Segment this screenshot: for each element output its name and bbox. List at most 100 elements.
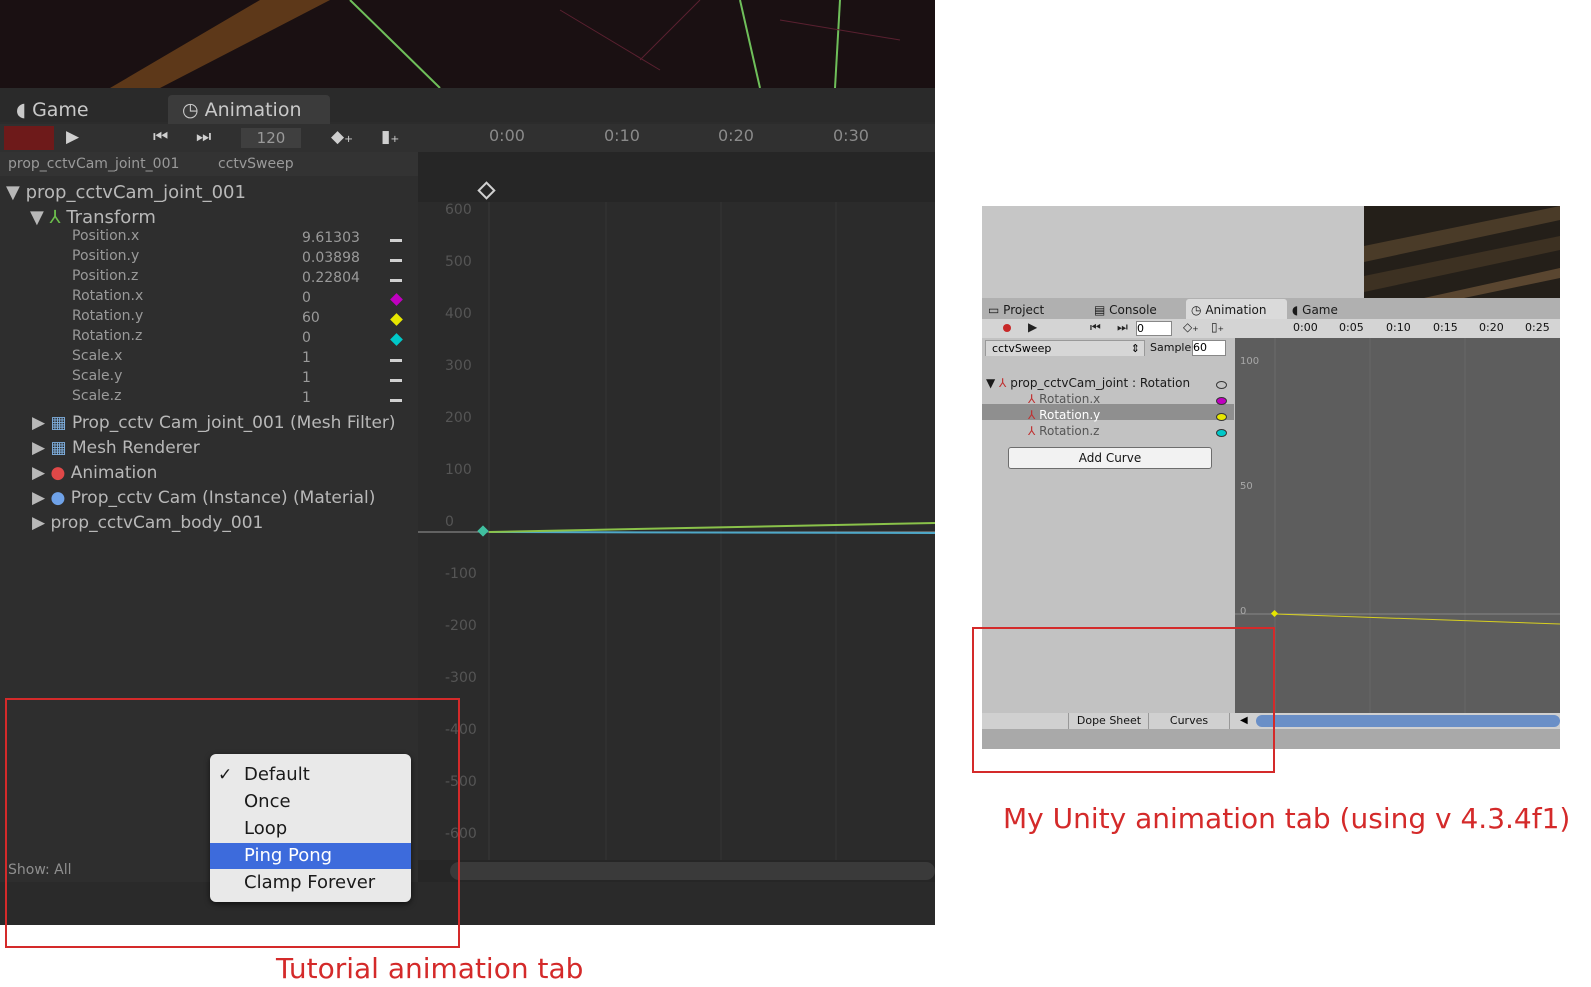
body-object-label: prop_cctvCam_body_001 — [50, 513, 264, 533]
root-object-row[interactable]: ▼ prop_cctvCam_joint_001 — [6, 182, 246, 203]
ruler-label: 0:10 — [1386, 321, 1411, 334]
curve-dash-icon — [390, 279, 402, 282]
property-value: 9.61303 — [302, 230, 360, 246]
previous-key-icon[interactable]: ⏮ — [1090, 320, 1101, 335]
ruler-label: 0:05 — [1339, 321, 1364, 334]
add-event-icon[interactable]: ▮₊ — [381, 125, 399, 149]
curve-row-selected[interactable]: ⅄ Rotation.y — [1028, 408, 1100, 422]
my-tab-project-label: Project — [1003, 303, 1045, 317]
my-tab-console[interactable]: ▤ Console — [1094, 303, 1157, 317]
horizontal-scrollbar[interactable] — [450, 862, 935, 880]
y-axis-label: 50 — [1240, 481, 1253, 492]
scene-thumbnail — [1364, 206, 1560, 298]
clip-selector-label: cctvSweep — [992, 342, 1052, 355]
curve-graph-lines — [418, 202, 936, 862]
component-label: Mesh Renderer — [71, 438, 200, 458]
transform-icon: ⅄ — [1028, 392, 1036, 406]
component-row[interactable]: ▶ ● Prop_cctv Cam (Instance) (Material) — [32, 488, 375, 508]
property-name[interactable]: Position.z — [72, 268, 138, 284]
play-icon[interactable]: ▶ — [66, 125, 79, 149]
property-value: 1 — [302, 370, 311, 386]
my-tab-animation-label: Animation — [1205, 303, 1267, 317]
property-name[interactable]: Position.y — [72, 248, 139, 264]
property-name[interactable]: Rotation.z — [72, 328, 142, 344]
object-selector[interactable]: prop_cctvCam_joint_001 — [8, 152, 179, 176]
property-name[interactable]: Position.x — [72, 228, 139, 244]
component-row[interactable]: ▶ ▦ Mesh Renderer — [32, 438, 200, 458]
tutorial-tab-animation[interactable]: ◷ Animation — [182, 96, 302, 124]
ruler-label: 0:15 — [1433, 321, 1458, 334]
highlight-box-tutorial — [5, 698, 460, 948]
y-axis-label: 0 — [445, 514, 454, 530]
frame-field[interactable]: 120 — [241, 128, 301, 148]
curve-oval-icon — [1216, 413, 1227, 421]
curve-dash-icon — [390, 239, 402, 242]
my-tab-console-label: Console — [1109, 303, 1157, 317]
component-row[interactable]: ▶ ▦ Prop_cctv Cam_joint_001 (Mesh Filter… — [32, 413, 396, 433]
sample-label: Sample — [1150, 341, 1192, 354]
component-label: Prop_cctv Cam (Instance) (Material) — [70, 488, 376, 508]
property-name[interactable]: Scale.x — [72, 348, 122, 364]
my-curve-graph-lines — [1235, 338, 1561, 713]
body-object-row[interactable]: ▶ prop_cctvCam_body_001 — [32, 513, 263, 533]
add-keyframe-icon[interactable]: ◇₊ — [1183, 320, 1199, 334]
console-icon: ▤ — [1094, 303, 1106, 317]
curve-label: Rotation.z — [1039, 424, 1100, 438]
property-name[interactable]: Rotation.y — [72, 308, 143, 324]
my-tab-animation[interactable]: ◷ Animation — [1191, 303, 1267, 317]
transform-icon: ⅄ — [1028, 408, 1036, 422]
pacman-icon: ◖ — [16, 99, 27, 121]
add-curve-button[interactable]: Add Curve — [1008, 447, 1212, 469]
next-key-icon[interactable]: ⏭ — [196, 125, 211, 149]
clip-selector[interactable]: cctvSweep — [218, 152, 294, 176]
ruler-label: 0:00 — [489, 126, 525, 145]
frame-field[interactable]: 0 — [1136, 321, 1172, 336]
horizontal-scrollbar[interactable] — [1256, 715, 1560, 727]
my-tab-game[interactable]: ◖ Game — [1292, 303, 1338, 317]
property-value: 60 — [302, 310, 320, 326]
record-button[interactable] — [994, 321, 1024, 336]
y-axis-label: -100 — [445, 566, 477, 582]
property-name[interactable]: Rotation.x — [72, 288, 143, 304]
y-axis-label: 300 — [445, 358, 472, 374]
ruler-label: 0:00 — [1293, 321, 1318, 334]
curve-graph[interactable] — [418, 152, 936, 925]
property-name[interactable]: Scale.z — [72, 388, 121, 404]
ruler-label: 0:30 — [833, 126, 869, 145]
curve-label: Rotation.x — [1039, 392, 1101, 406]
tutorial-tab-bar — [0, 88, 935, 122]
tutorial-toolbar — [0, 124, 935, 152]
scene-view-preview — [0, 0, 935, 88]
previous-key-icon[interactable]: ⏮ — [153, 125, 168, 149]
transform-row[interactable]: ▼ ⅄ Transform — [30, 207, 156, 228]
curve-label: Rotation.y — [1039, 408, 1101, 422]
play-icon[interactable]: ▶ — [1028, 320, 1037, 334]
root-object-row[interactable]: ▼ ⅄ prop_cctvCam_joint : Rotation — [986, 376, 1190, 390]
y-axis-label: 100 — [445, 462, 472, 478]
component-row[interactable]: ▶ ● Animation — [32, 463, 157, 483]
sample-field[interactable]: 60 — [1192, 340, 1226, 356]
clock-icon: ◷ — [182, 99, 199, 121]
clip-selector-row: prop_cctvCam_joint_001 cctvSweep — [0, 152, 418, 176]
my-curve-graph[interactable] — [1235, 338, 1561, 713]
next-key-icon[interactable]: ⏭ — [1117, 320, 1128, 335]
add-keyframe-icon[interactable]: ◆₊ — [331, 125, 353, 149]
material-icon: ● — [50, 488, 66, 508]
curve-row[interactable]: ⅄ Rotation.x — [1028, 392, 1100, 406]
ruler-label: 0:20 — [1479, 321, 1504, 334]
clip-selector[interactable]: cctvSweep ⇕ — [985, 340, 1145, 357]
curve-dash-icon — [390, 359, 402, 362]
tutorial-tab-game[interactable]: ◖ Game — [16, 96, 89, 124]
property-name[interactable]: Scale.y — [72, 368, 122, 384]
record-button[interactable] — [4, 126, 54, 150]
keyframe-strip — [418, 152, 935, 202]
animation-component-icon: ● — [50, 463, 66, 483]
ruler-label: 0:20 — [718, 126, 754, 145]
add-event-icon[interactable]: ▯₊ — [1211, 320, 1224, 334]
record-dot-icon — [1003, 324, 1011, 332]
my-tab-project[interactable]: ▭ Project — [988, 303, 1044, 317]
transform-icon: ⅄ — [1028, 424, 1036, 438]
transform-icon: ⅄ — [49, 207, 61, 228]
transform-label: Transform — [66, 207, 156, 228]
curve-row[interactable]: ⅄ Rotation.z — [1028, 424, 1099, 438]
